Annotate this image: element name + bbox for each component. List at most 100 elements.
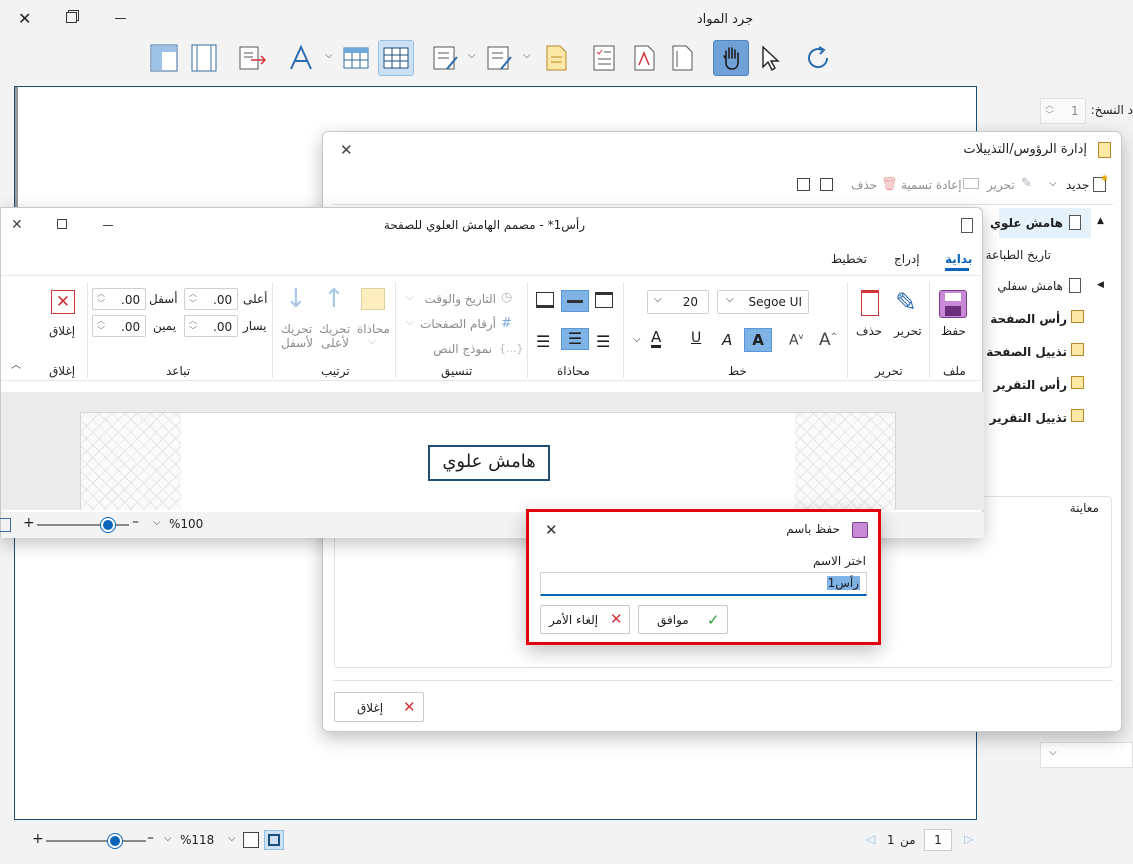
- close-icon[interactable]: ✕: [340, 141, 353, 159]
- expand-all-icon[interactable]: [820, 178, 833, 191]
- pointer-icon[interactable]: [752, 40, 788, 76]
- document-icon[interactable]: [538, 40, 574, 76]
- zoom-slider-thumb[interactable]: [108, 834, 122, 848]
- zoom-in-icon[interactable]: +: [32, 831, 44, 847]
- tree-item-top-margin[interactable]: هامش علوي: [990, 216, 1063, 230]
- chevron-down-icon[interactable]: ⌵: [228, 833, 236, 844]
- tree-item-print-date[interactable]: تاريخ الطباعة: [986, 248, 1051, 262]
- delete-button[interactable]: حذف: [851, 288, 891, 340]
- close-icon[interactable]: ✕: [11, 217, 23, 233]
- underline-icon[interactable]: U: [691, 330, 701, 346]
- align-middle-icon[interactable]: [561, 290, 589, 312]
- spacing-top-input[interactable]: ︿ ﹀ .00: [184, 288, 238, 310]
- move-down-button[interactable]: ↓ تحريك لأسفل: [277, 284, 315, 356]
- arrange-align-button[interactable]: محاذاة ⌵: [353, 286, 393, 356]
- spacing-right-input[interactable]: ︿ ﹀ .00: [92, 315, 146, 337]
- tree-item-report-header[interactable]: رأس التقرير: [994, 378, 1067, 392]
- align-bottom-icon[interactable]: [536, 292, 554, 308]
- designer-zoom-slider[interactable]: [37, 524, 129, 526]
- close-icon[interactable]: ✕: [545, 521, 558, 539]
- chevron-down-icon[interactable]: ⌵: [1049, 178, 1057, 189]
- refresh-icon[interactable]: [800, 40, 836, 76]
- tree-item-page-footer[interactable]: تذييل الصفحة: [986, 345, 1067, 359]
- edit-button-label[interactable]: تحرير: [987, 178, 1015, 192]
- zoom-slider[interactable]: [46, 840, 146, 842]
- spinner-arrows-icon[interactable]: ︿ ﹀: [97, 289, 105, 309]
- cancel-button[interactable]: ✕ إلغاء الأمر: [540, 605, 630, 634]
- chevron-down-icon[interactable]: ⌵: [153, 517, 161, 528]
- page-numbers-label[interactable]: أرقام الصفحات: [420, 317, 496, 331]
- page-margins-icon[interactable]: [186, 40, 222, 76]
- page-current-input[interactable]: 1: [924, 829, 952, 851]
- side-dropdown[interactable]: ⌵: [1040, 742, 1133, 768]
- delete-button-label[interactable]: حذف: [851, 178, 877, 192]
- text-template-label[interactable]: نموذج النص: [433, 342, 492, 356]
- list-edit-icon[interactable]: [428, 40, 464, 76]
- collapse-arrow-icon[interactable]: ▲: [1097, 216, 1104, 226]
- fit-page-icon[interactable]: [0, 518, 11, 532]
- spinner-arrows-icon[interactable]: ︿ ﹀: [97, 316, 105, 336]
- save-button[interactable]: حفظ: [931, 288, 977, 340]
- font-family-select[interactable]: ⌵ Segoe UI: [717, 290, 809, 314]
- designer-zoom-thumb[interactable]: [101, 518, 115, 532]
- zoom-in-icon[interactable]: +: [23, 515, 35, 531]
- page-header-icon[interactable]: [146, 40, 182, 76]
- font-color-icon[interactable]: A: [651, 329, 662, 348]
- header-text-box[interactable]: هامش علوي: [428, 445, 550, 481]
- next-page-icon[interactable]: ◁: [866, 832, 875, 846]
- maximize-icon[interactable]: [57, 219, 67, 229]
- new-button-label[interactable]: جديد: [1066, 178, 1089, 192]
- collapse-ribbon-icon[interactable]: ︿: [11, 356, 21, 371]
- ok-button[interactable]: ✓ موافق: [638, 605, 728, 634]
- minimize-icon[interactable]: [115, 18, 126, 19]
- save-view-icon[interactable]: [264, 830, 284, 850]
- font-size-select[interactable]: ⌵ 20: [647, 290, 709, 314]
- spacing-left-input[interactable]: ︿ ﹀ .00: [184, 315, 238, 337]
- font-icon[interactable]: [284, 40, 320, 76]
- new-icon[interactable]: ✷: [1093, 172, 1109, 192]
- bold-icon[interactable]: A: [744, 328, 772, 352]
- align-right-icon[interactable]: ☰: [596, 332, 610, 351]
- move-up-button[interactable]: ↑ تحريك لأعلى: [315, 284, 353, 356]
- tree-item-page-header[interactable]: رأس الصفحة: [990, 312, 1067, 326]
- zoom-value[interactable]: %118: [180, 833, 214, 847]
- shrink-font-icon[interactable]: Av: [789, 332, 803, 349]
- pdf-icon[interactable]: [626, 40, 662, 76]
- datetime-label[interactable]: التاريخ والوقت: [425, 292, 496, 306]
- tab-home[interactable]: بداية: [945, 252, 972, 266]
- zoom-out-icon[interactable]: –: [147, 830, 154, 846]
- align-center-icon[interactable]: ☰: [561, 328, 589, 350]
- edit-button[interactable]: ✎ تحرير: [889, 288, 929, 340]
- tab-insert[interactable]: إدراج: [894, 252, 920, 266]
- page-view-icon[interactable]: [243, 832, 259, 848]
- align-left-icon[interactable]: ☰: [536, 332, 550, 351]
- italic-icon[interactable]: A: [722, 331, 732, 349]
- close-icon[interactable]: ✕: [18, 9, 31, 28]
- spinner-arrows-icon[interactable]: ︿ ﹀: [189, 316, 197, 336]
- chevron-down-icon[interactable]: ⌵: [633, 334, 641, 345]
- rename-button-label[interactable]: إعادة تسمية: [901, 178, 962, 192]
- tab-layout[interactable]: تخطيط: [831, 252, 867, 266]
- spinner-arrows-icon[interactable]: ︿ ﹀: [189, 289, 197, 309]
- copies-spinner[interactable]: ︿ ﹀ 1: [1040, 98, 1086, 124]
- tree-item-bottom-margin[interactable]: هامش سفلي: [997, 279, 1063, 293]
- grid-icon[interactable]: [378, 40, 414, 76]
- designer-zoom-value[interactable]: %100: [169, 517, 203, 531]
- close-button[interactable]: ✕ إغلاق: [334, 692, 424, 722]
- checklist-icon[interactable]: [586, 40, 622, 76]
- expand-arrow-icon[interactable]: ◀: [1097, 280, 1104, 290]
- zoom-out-icon[interactable]: –: [132, 514, 139, 530]
- table-edit-icon[interactable]: [338, 40, 374, 76]
- export-icon[interactable]: [234, 40, 270, 76]
- spacing-bottom-input[interactable]: ︿ ﹀ .00: [92, 288, 146, 310]
- spinner-arrows-icon[interactable]: ︿ ﹀: [1045, 101, 1054, 121]
- restore-icon[interactable]: [66, 12, 77, 23]
- chevron-down-icon[interactable]: ⌵: [164, 833, 172, 844]
- minimize-icon[interactable]: [103, 225, 113, 226]
- grow-font-icon[interactable]: A^: [819, 330, 837, 350]
- chevron-down-icon[interactable]: ⌵: [325, 50, 333, 61]
- align-top-icon[interactable]: [595, 292, 613, 308]
- list-edit-2-icon[interactable]: [482, 40, 518, 76]
- collapse-all-icon[interactable]: [797, 178, 810, 191]
- tree-item-report-footer[interactable]: تذييل التقرير: [990, 411, 1067, 425]
